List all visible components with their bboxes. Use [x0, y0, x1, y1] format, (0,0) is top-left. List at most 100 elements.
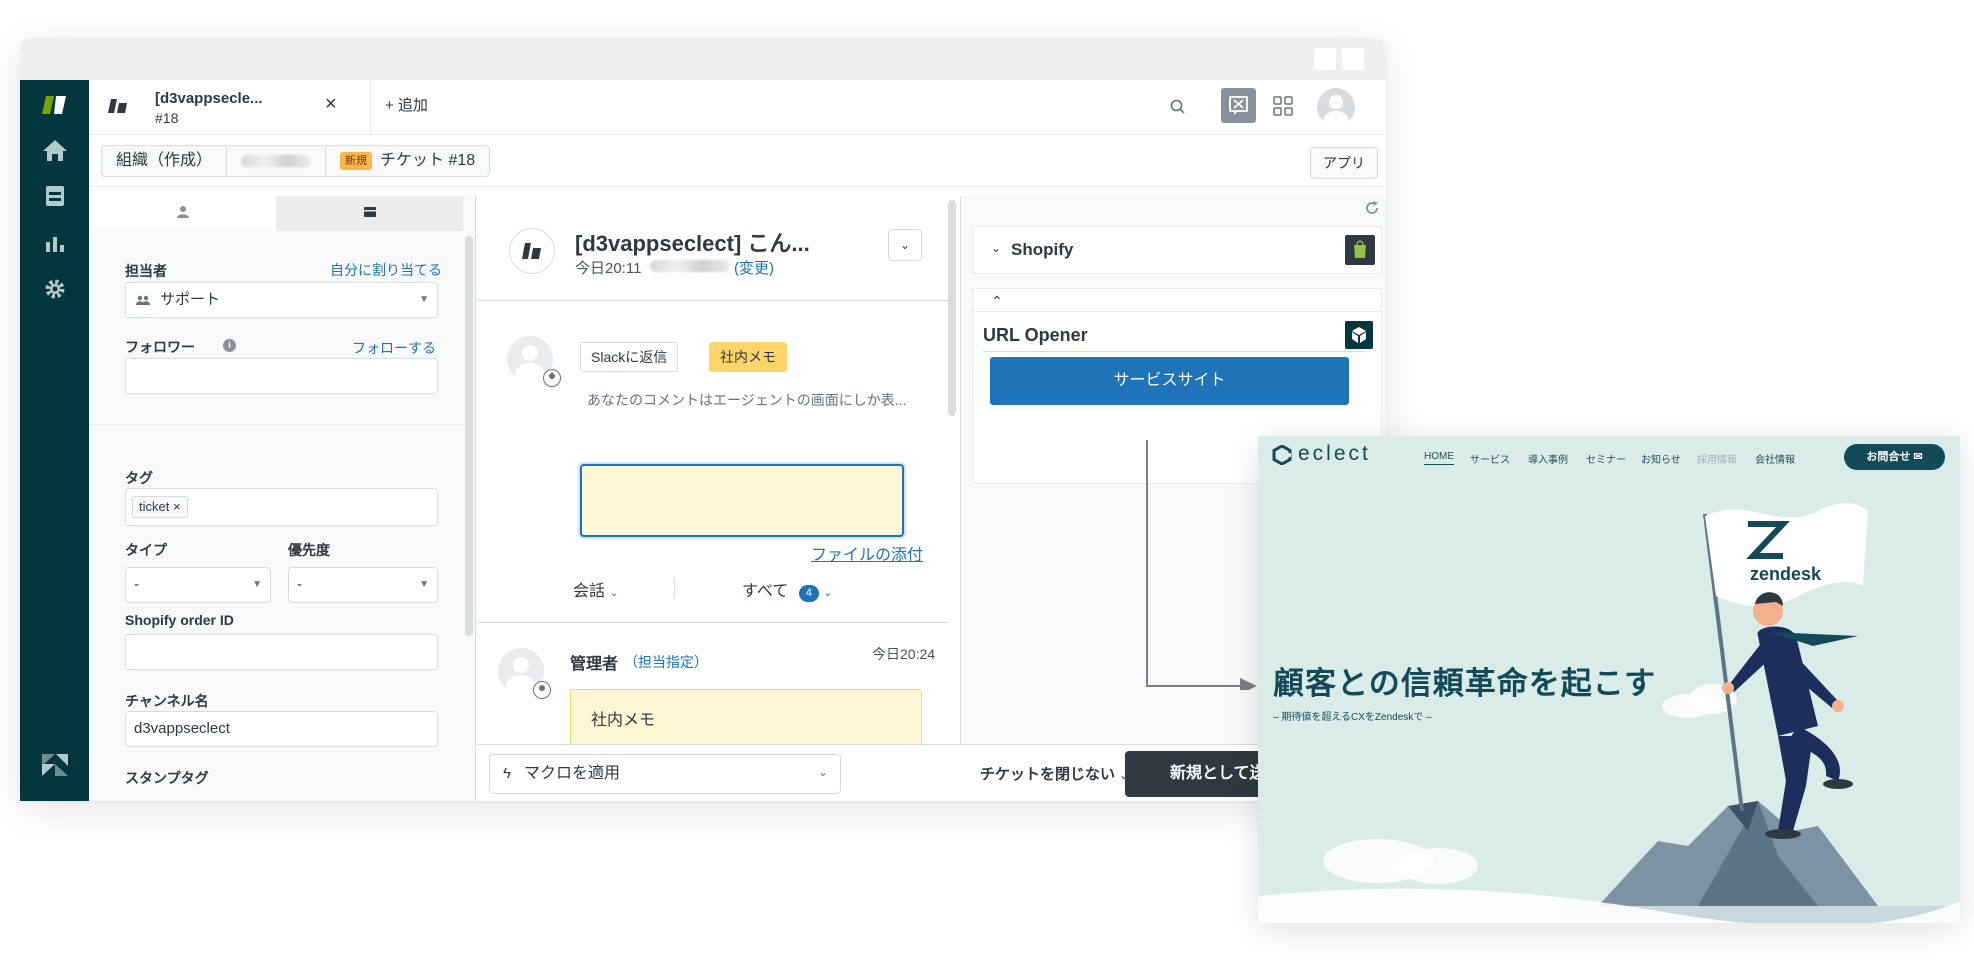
settings-gear-icon[interactable] — [20, 277, 89, 301]
divider — [983, 351, 1365, 352]
assign-self-link[interactable]: 自分に割り当てる — [330, 260, 442, 280]
priority-value: - — [297, 576, 302, 593]
chevron-down-icon: ▼ — [419, 294, 429, 305]
add-tab-button[interactable]: + 追加 — [385, 94, 428, 115]
followers-input[interactable] — [125, 358, 438, 394]
assignee-label: 担当者 — [125, 263, 167, 279]
breadcrumb-ticket[interactable]: 新規 チケット #18 — [326, 146, 489, 176]
tags-label: タグ — [125, 470, 153, 486]
stamp-tag-label: スタンプタグ — [125, 770, 209, 786]
shopify-icon — [1345, 235, 1375, 265]
url-opener-icon — [1345, 321, 1373, 349]
user-avatar[interactable] — [1317, 88, 1355, 126]
agent-badge-icon — [533, 681, 551, 699]
ticket-tab-icon — [107, 97, 129, 120]
message-author[interactable]: 管理者 — [570, 650, 618, 674]
ticket-tab[interactable]: [d3vappsecle... #18 × — [89, 80, 371, 135]
priority-label: 優先度 — [288, 542, 330, 558]
ticket-subject[interactable]: [d3vappseclect] こん... — [575, 226, 810, 258]
breadcrumb-org[interactable]: 組織（作成） — [102, 146, 228, 176]
ticket-time: 今日20:11 — [575, 260, 642, 277]
filter-all[interactable]: すべて 4 ⌄ — [742, 577, 833, 602]
tags-input[interactable]: ticket × — [125, 488, 438, 526]
main-nav — [20, 80, 89, 801]
filter-conversation[interactable]: 会話 ⌄ — [573, 577, 619, 601]
follow-link[interactable]: フォローする — [352, 338, 436, 358]
conversation-pane: [d3vappseclect] こん... 今日20:11 (変更) ⌄ Sla… — [477, 196, 961, 801]
shopify-title[interactable]: Shopify — [1011, 240, 1073, 260]
tab-number: #18 — [155, 110, 179, 126]
divider — [674, 577, 675, 599]
remove-tag-icon[interactable]: × — [173, 499, 181, 514]
group-icon — [136, 295, 150, 305]
count-badge: 4 — [798, 585, 819, 602]
scrollbar[interactable] — [948, 200, 956, 416]
chevron-down-icon[interactable]: ⌄ — [991, 241, 1001, 255]
url-opener-title: URL Opener — [983, 325, 1088, 345]
window-control[interactable] — [1342, 48, 1364, 70]
comment-textarea[interactable] — [580, 464, 904, 537]
conversations-icon[interactable] — [1221, 88, 1256, 123]
window-control[interactable] — [1314, 48, 1336, 70]
ticket-options-button[interactable]: ⌄ — [888, 229, 922, 261]
chevron-up-icon[interactable]: ⌃ — [991, 293, 1003, 310]
home-icon[interactable] — [20, 138, 89, 162]
apps-button[interactable]: アプリ — [1310, 147, 1378, 179]
type-select[interactable]: - ▼ — [125, 567, 271, 603]
user-icon — [176, 206, 189, 218]
site-headline: 顧客との信頼革命を起こす — [1273, 666, 1657, 701]
priority-select[interactable]: - ▼ — [288, 567, 438, 603]
close-icon[interactable]: × — [325, 93, 337, 116]
change-requester-link[interactable]: (変更) — [734, 257, 774, 278]
breadcrumb-bar: 組織（作成） 新規 チケット #18 アプリ — [89, 135, 1386, 187]
search-icon[interactable] — [1169, 98, 1187, 121]
eclect-website-card: eclect HOME サービス 導入事例 セミナー お知らせ 採用情報 会社情… — [1258, 436, 1960, 923]
scrollbar[interactable] — [465, 236, 473, 636]
channel-input[interactable]: d3vappseclect — [125, 711, 438, 747]
ticket-action-bar: ϟ マクロを適用 ⌄ チケットを閉じない ⌄ 新規として送信 — [477, 744, 1386, 801]
conversation-filter-bar: 会話 ⌄ すべて 4 ⌄ — [477, 561, 949, 609]
status-badge: 新規 — [340, 151, 373, 170]
tab-title: [d3vappsecle... — [155, 90, 263, 107]
chevron-down-icon: ⌄ — [609, 587, 619, 599]
assignee-value: サポート — [160, 291, 221, 308]
divider — [477, 300, 949, 301]
close-option-label: チケットを閉じない — [980, 766, 1116, 783]
reply-slack-button[interactable]: Slackに返信 — [580, 342, 679, 372]
reporting-icon[interactable] — [20, 232, 89, 254]
zendesk-product-icon[interactable] — [20, 752, 89, 778]
message-time: 今日20:24 — [872, 646, 936, 662]
tag-chip: ticket × — [132, 496, 188, 518]
chevron-down-icon: ▼ — [419, 579, 429, 590]
refresh-icon[interactable] — [1364, 200, 1380, 221]
top-bar: [d3vappsecle... #18 × + 追加 — [89, 80, 1386, 135]
connector-arrow — [1146, 440, 1257, 690]
info-icon[interactable]: i — [223, 339, 236, 352]
properties-tabs — [89, 196, 464, 231]
filter-all-label: すべて — [742, 583, 789, 600]
site-subline: – 期待値を超えるCXをZendeskで – — [1273, 712, 1432, 723]
close-ticket-option[interactable]: チケットを閉じない ⌄ — [980, 763, 1128, 784]
zendesk-logo[interactable] — [20, 90, 89, 120]
chevron-down-icon: ▼ — [252, 579, 262, 590]
agent-badge-icon — [543, 369, 561, 387]
apply-macro-select[interactable]: ϟ マクロを適用 ⌄ — [489, 754, 841, 794]
macro-label: マクロを適用 — [524, 765, 621, 782]
views-icon[interactable] — [20, 184, 89, 208]
tab-ticket[interactable] — [276, 196, 463, 231]
apps-grid-icon[interactable] — [1273, 96, 1293, 121]
service-site-button[interactable]: サービスサイト — [990, 357, 1349, 405]
redacted-name — [241, 154, 312, 167]
shopify-order-label: Shopify order ID — [125, 612, 234, 628]
ticket-icon — [363, 207, 376, 217]
breadcrumb-requester[interactable] — [227, 146, 327, 176]
internal-note-button[interactable]: 社内メモ — [709, 342, 787, 372]
assignee-select[interactable]: サポート ▼ — [125, 282, 438, 318]
channel-label: チャンネル名 — [125, 693, 209, 709]
followers-label: フォロワー — [125, 339, 195, 355]
assign-link[interactable]: （担当指定） — [624, 652, 708, 672]
divider — [973, 311, 1381, 312]
shopify-order-input[interactable] — [125, 634, 438, 670]
lightning-icon: ϟ — [503, 765, 511, 782]
tab-user[interactable] — [89, 196, 276, 231]
